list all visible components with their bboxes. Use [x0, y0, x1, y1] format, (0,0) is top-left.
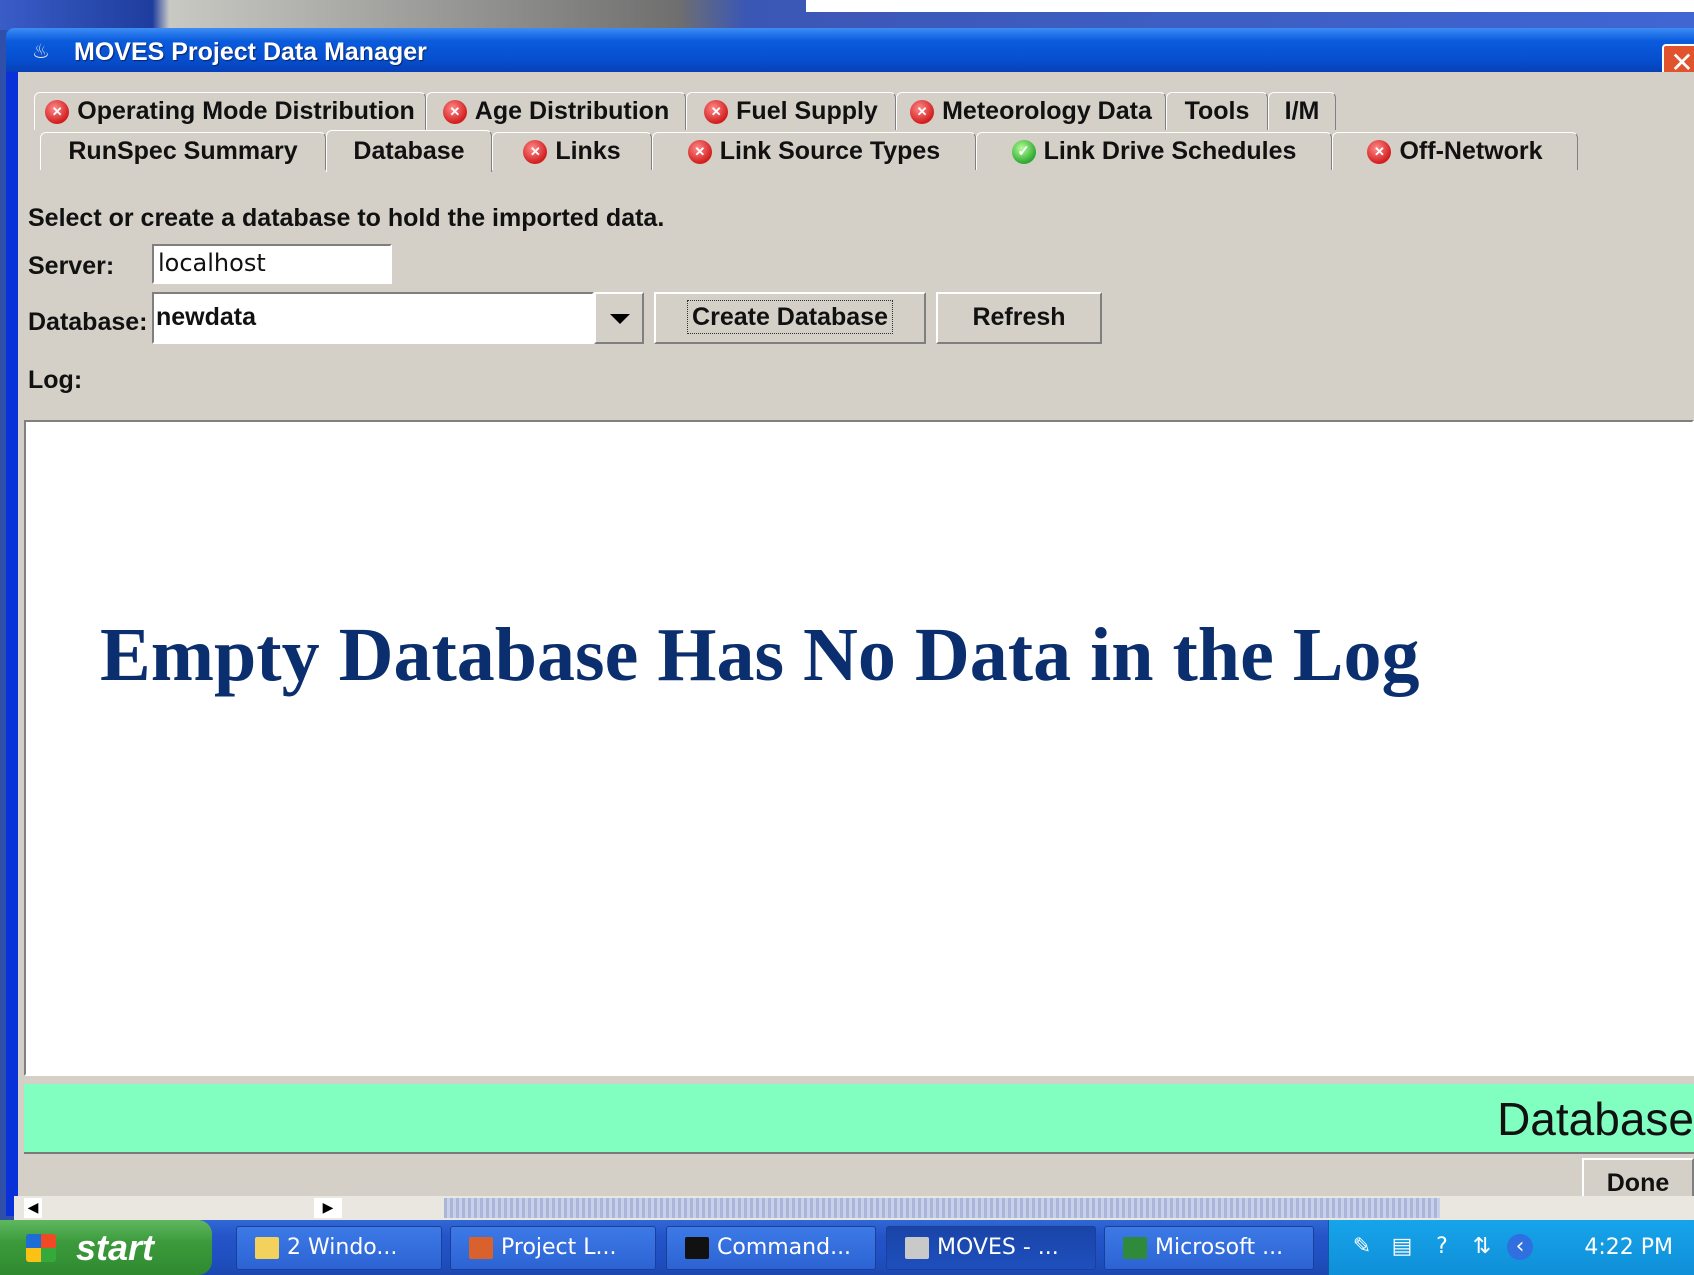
- instruction-text: Select or create a database to hold the …: [28, 204, 665, 232]
- overlay-caption: Empty Database Has No Data in the Log: [100, 613, 1420, 697]
- database-label: Database:: [28, 308, 148, 336]
- taskbar: start 2 Windo... Project L... Command...…: [0, 1220, 1694, 1275]
- excel-icon: [1123, 1237, 1147, 1259]
- network-icon[interactable]: ⇅: [1469, 1234, 1495, 1260]
- folder-icon: [255, 1237, 279, 1259]
- checkmark-icon: [1011, 139, 1036, 164]
- window-title: MOVES Project Data Manager: [74, 38, 427, 66]
- server-input[interactable]: localhost: [152, 244, 392, 284]
- help-icon[interactable]: ?: [1429, 1234, 1455, 1260]
- create-database-button[interactable]: Create Database: [654, 292, 926, 344]
- database-panel: Select or create a database to hold the …: [18, 204, 1694, 1216]
- tab-link-source-types[interactable]: Link Source Types: [652, 132, 976, 170]
- desktop-background: [0, 0, 1694, 30]
- system-tray: ✎ ▤ ? ⇅ ‹ 4:22 PM: [1328, 1220, 1694, 1275]
- tab-tools[interactable]: Tools: [1166, 92, 1268, 130]
- tab-meteorology-data[interactable]: Meteorology Data: [896, 92, 1166, 130]
- error-icon: [442, 99, 467, 124]
- taskbar-item-command[interactable]: Command...: [666, 1226, 876, 1270]
- taskbar-item-moves[interactable]: MOVES - ...: [886, 1226, 1096, 1270]
- tab-age-distribution[interactable]: Age Distribution: [426, 92, 686, 130]
- title-bar[interactable]: ♨ MOVES Project Data Manager ✕: [6, 28, 1694, 84]
- log-textarea[interactable]: [24, 420, 1694, 1076]
- taskbar-item-windows[interactable]: 2 Windo...: [236, 1226, 442, 1270]
- language-bar-icon[interactable]: ▤: [1389, 1234, 1415, 1260]
- clock: 4:22 PM: [1584, 1235, 1673, 1260]
- status-bar: Database: [24, 1084, 1694, 1154]
- windows-logo-icon: [26, 1234, 56, 1262]
- refresh-button[interactable]: Refresh: [936, 292, 1102, 344]
- java-icon: [905, 1237, 929, 1259]
- error-icon: [704, 99, 729, 124]
- start-button[interactable]: start: [0, 1220, 212, 1275]
- tab-off-network[interactable]: Off-Network: [1332, 132, 1578, 170]
- tab-link-drive-schedules[interactable]: Link Drive Schedules: [976, 132, 1332, 170]
- taskbar-item-excel[interactable]: Microsoft ...: [1104, 1226, 1314, 1270]
- taskbar-item-project[interactable]: Project L...: [450, 1226, 656, 1270]
- tab-operating-mode-distribution[interactable]: Operating Mode Distribution: [34, 92, 426, 130]
- error-icon: [523, 139, 548, 164]
- log-label: Log:: [28, 366, 83, 394]
- error-icon: [45, 99, 70, 124]
- status-text: Database: [1497, 1093, 1694, 1145]
- server-label: Server:: [28, 252, 115, 280]
- tab-database[interactable]: Database: [326, 130, 492, 172]
- database-combo-input[interactable]: newdata: [152, 292, 594, 344]
- tab-fuel-supply[interactable]: Fuel Supply: [686, 92, 896, 130]
- pen-icon[interactable]: ✎: [1349, 1234, 1375, 1260]
- java-cup-icon: ♨: [32, 39, 50, 63]
- horizontal-scrollbar[interactable]: ◀ ▶: [14, 1196, 1694, 1220]
- error-icon: [687, 139, 712, 164]
- tab-im[interactable]: I/M: [1268, 92, 1336, 130]
- tab-runspec-summary[interactable]: RunSpec Summary: [40, 132, 326, 170]
- scroll-left-icon[interactable]: ◀: [24, 1198, 42, 1218]
- error-icon: [1367, 139, 1392, 164]
- chevron-left-icon[interactable]: ‹: [1507, 1234, 1533, 1260]
- tab-links[interactable]: Links: [492, 132, 652, 170]
- chevron-down-icon[interactable]: [594, 292, 644, 344]
- powerpoint-icon: [469, 1237, 493, 1259]
- scroll-thumb[interactable]: [444, 1198, 1440, 1218]
- error-icon: [910, 99, 935, 124]
- console-icon: [685, 1237, 709, 1259]
- scroll-right-icon[interactable]: ▶: [314, 1198, 342, 1218]
